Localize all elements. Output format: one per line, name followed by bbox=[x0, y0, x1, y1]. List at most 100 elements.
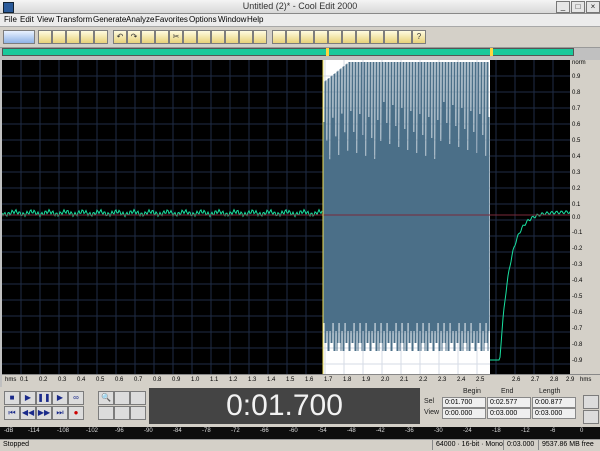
waveform-right bbox=[490, 210, 571, 361]
time-label: 1.6 bbox=[305, 377, 314, 383]
fast-forward-button[interactable]: ▶▶ bbox=[36, 406, 52, 420]
ruler-label: 0.6 bbox=[572, 122, 581, 128]
window-title: Untitled (2)* - Cool Edit 2000 bbox=[242, 1, 358, 11]
silence-icon[interactable] bbox=[239, 30, 253, 44]
open-icon[interactable] bbox=[52, 30, 66, 44]
mix-paste-icon[interactable] bbox=[197, 30, 211, 44]
close-icon[interactable] bbox=[80, 30, 94, 44]
zoom-right-icon[interactable] bbox=[130, 406, 146, 420]
select-icon[interactable] bbox=[253, 30, 267, 44]
sel-length-field[interactable]: 0:00.877 bbox=[532, 397, 576, 408]
view-end-field[interactable]: 0:03.000 bbox=[487, 408, 531, 419]
ruler-label: 0.0 bbox=[572, 215, 581, 221]
time-label: 2.3 bbox=[438, 377, 447, 383]
zoom-vertical-out-icon[interactable] bbox=[583, 410, 599, 424]
menu-generate[interactable]: Generate bbox=[93, 15, 126, 24]
favorite-icon[interactable] bbox=[384, 30, 398, 44]
meter-label: -dB bbox=[4, 428, 14, 434]
menu-view[interactable]: View bbox=[37, 15, 54, 24]
go-to-end-button[interactable]: ⏭ bbox=[52, 406, 68, 420]
overview-bar[interactable] bbox=[2, 48, 574, 56]
zoom-vertical-in-icon[interactable] bbox=[583, 395, 599, 409]
maximize-button[interactable]: □ bbox=[571, 1, 585, 13]
menu-file[interactable]: File bbox=[4, 15, 17, 24]
selection-end-marker[interactable] bbox=[490, 48, 493, 56]
zoom-icon[interactable] bbox=[300, 30, 314, 44]
time-label: 0.4 bbox=[77, 377, 86, 383]
ruler-label: -0.9 bbox=[572, 358, 583, 364]
stop-button[interactable]: ■ bbox=[4, 391, 20, 405]
spectral-icon[interactable] bbox=[314, 30, 328, 44]
time-unit: hms bbox=[5, 377, 17, 383]
time-ruler[interactable]: hms 0.1 0.2 0.3 0.4 0.5 0.6 0.7 0.8 0.9 … bbox=[2, 374, 600, 387]
delete-icon[interactable] bbox=[225, 30, 239, 44]
sel-begin-field[interactable]: 0:01.700 bbox=[442, 397, 486, 408]
end-header: End bbox=[501, 388, 514, 395]
meter-label: -54 bbox=[318, 428, 327, 434]
help-icon[interactable]: ? bbox=[412, 30, 426, 44]
begin-header: Begin bbox=[463, 388, 481, 395]
rewind-button[interactable]: ◀◀ bbox=[20, 406, 36, 420]
time-label: 2.9 bbox=[566, 377, 575, 383]
meter-label: -24 bbox=[463, 428, 472, 434]
sel-end-field[interactable]: 0:02.577 bbox=[487, 397, 531, 408]
close-button[interactable]: × bbox=[586, 1, 600, 13]
record-button[interactable]: ● bbox=[68, 406, 84, 420]
ruler-label: -0.6 bbox=[572, 310, 583, 316]
go-to-start-button[interactable]: ⏮ bbox=[4, 406, 20, 420]
analyze-icon[interactable] bbox=[356, 30, 370, 44]
time-label: 2.4 bbox=[457, 377, 466, 383]
save-icon[interactable] bbox=[66, 30, 80, 44]
time-label: 2.1 bbox=[400, 377, 409, 383]
tools-icon[interactable] bbox=[398, 30, 412, 44]
zoom-selection-icon[interactable] bbox=[114, 406, 130, 420]
new-file-icon[interactable] bbox=[38, 30, 52, 44]
meter-label: -12 bbox=[521, 428, 530, 434]
cue-icon[interactable] bbox=[272, 30, 286, 44]
time-label: 2.8 bbox=[550, 377, 559, 383]
time-label: 0.6 bbox=[115, 377, 124, 383]
zoom-out-icon[interactable] bbox=[114, 391, 130, 405]
selection-start-marker[interactable] bbox=[326, 48, 329, 56]
info-icon[interactable] bbox=[328, 30, 342, 44]
menu-analyze[interactable]: Analyze bbox=[126, 15, 154, 24]
note-icon[interactable] bbox=[370, 30, 384, 44]
redo-icon[interactable]: ↷ bbox=[127, 30, 141, 44]
scripts-icon[interactable] bbox=[286, 30, 300, 44]
waveform-display[interactable] bbox=[2, 60, 571, 374]
minimize-button[interactable]: _ bbox=[556, 1, 570, 13]
ruler-label: -0.5 bbox=[572, 294, 583, 300]
zoom-in-icon[interactable]: 🔍 bbox=[98, 391, 114, 405]
menu-help[interactable]: Help bbox=[247, 15, 263, 24]
play-button[interactable]: ▶ bbox=[20, 391, 36, 405]
zoom-full-icon[interactable] bbox=[130, 391, 146, 405]
meter-label: -36 bbox=[405, 428, 414, 434]
undo-icon[interactable]: ↶ bbox=[113, 30, 127, 44]
view-length-field[interactable]: 0:03.000 bbox=[532, 408, 576, 419]
copy-icon[interactable] bbox=[155, 30, 169, 44]
time-label: 0.7 bbox=[134, 377, 143, 383]
waveform-view-icon[interactable] bbox=[3, 30, 35, 44]
ruler-label: 0.5 bbox=[572, 138, 581, 144]
paste-icon[interactable] bbox=[183, 30, 197, 44]
settings-icon[interactable] bbox=[342, 30, 356, 44]
play-to-end-button[interactable]: ▶ bbox=[52, 391, 68, 405]
menu-options[interactable]: Options bbox=[189, 15, 217, 24]
trim-icon[interactable] bbox=[211, 30, 225, 44]
ruler-label: 0.1 bbox=[572, 202, 581, 208]
view-begin-field[interactable]: 0:00.000 bbox=[442, 408, 486, 419]
menu-transform[interactable]: Transform bbox=[56, 15, 92, 24]
menu-favorites[interactable]: Favorites bbox=[155, 15, 188, 24]
menu-window[interactable]: Window bbox=[218, 15, 246, 24]
properties-icon[interactable] bbox=[94, 30, 108, 44]
menu-edit[interactable]: Edit bbox=[20, 15, 34, 24]
loop-button[interactable]: ∞ bbox=[68, 391, 84, 405]
repeat-icon[interactable] bbox=[141, 30, 155, 44]
cut-icon[interactable]: ✂ bbox=[169, 30, 183, 44]
overview-range bbox=[3, 49, 573, 55]
pause-button[interactable]: ❚❚ bbox=[36, 391, 52, 405]
status-free: 9537.86 MB free bbox=[538, 440, 594, 450]
meter-label: -114 bbox=[28, 428, 40, 434]
zoom-left-icon[interactable] bbox=[98, 406, 114, 420]
waveform-canvas[interactable] bbox=[2, 60, 571, 374]
